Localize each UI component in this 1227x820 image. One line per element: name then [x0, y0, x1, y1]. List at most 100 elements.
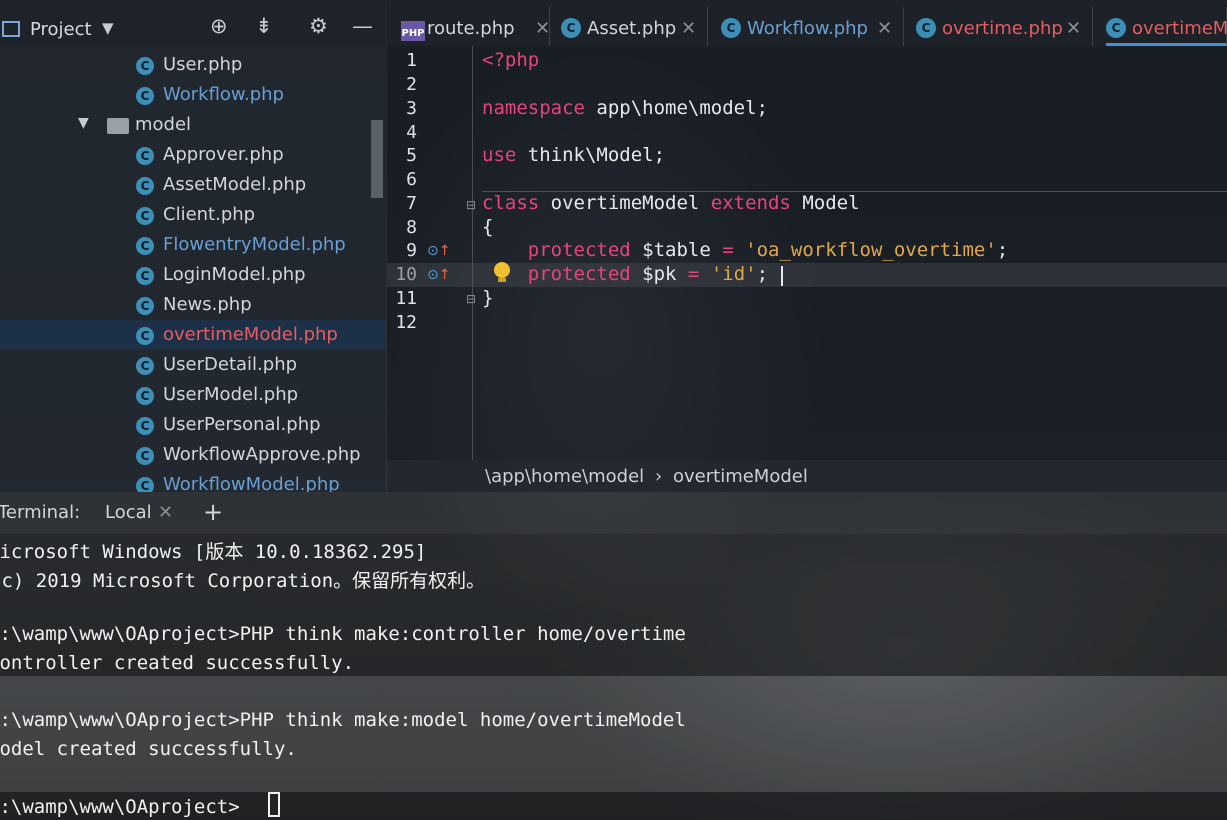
line-number: 9	[406, 240, 417, 261]
tab-overtime-php[interactable]: C overtime.php ✕	[916, 7, 1093, 46]
code-line-1[interactable]: <?php	[482, 49, 539, 71]
code-line-3[interactable]: namespace app\home\model;	[482, 97, 768, 119]
class-file-icon: C	[136, 387, 154, 405]
folder-name: model	[135, 114, 192, 135]
override-marker-icon[interactable]: ⊙↑	[427, 267, 450, 283]
file-tree-item[interactable]: C News.php	[0, 290, 386, 320]
file-tree-item[interactable]: C UserPersonal.php	[0, 410, 386, 440]
hide-panel-icon[interactable]: —	[352, 14, 373, 38]
close-icon[interactable]: ✕	[535, 18, 550, 39]
close-icon[interactable]: ✕	[681, 18, 696, 39]
keyword: class	[482, 192, 540, 214]
collapse-all-icon[interactable]: ⇟	[255, 14, 273, 38]
project-panel-header: Project ▼ ⊕ ⇟ ⚙ —	[0, 0, 386, 46]
file-name: UserDetail.php	[163, 354, 298, 375]
file-tree-item[interactable]: C User.php	[0, 50, 386, 80]
project-panel-title[interactable]: Project	[30, 19, 92, 40]
file-name: WorkflowModel.php	[163, 474, 340, 492]
fold-icon[interactable]: ⊟	[466, 198, 476, 212]
breadcrumb-separator: ›	[655, 466, 663, 487]
file-tree-item[interactable]: C Client.php	[0, 200, 386, 230]
code-line-7[interactable]: class overtimeModel extends Model	[482, 192, 860, 214]
file-tree-item[interactable]: C WorkflowModel.php	[0, 470, 386, 492]
file-tree-item[interactable]: C Workflow.php	[0, 80, 386, 110]
folder-icon	[107, 118, 129, 134]
tab-asset-php[interactable]: C Asset.php ✕	[561, 7, 708, 46]
terminal-output-line: licrosoft Windows [版本 10.0.18362.295]	[0, 541, 427, 563]
tab-label: overtime.php	[942, 18, 1063, 39]
terminal-panel[interactable]: Terminal: Local ✕ + licrosoft Windows [版…	[0, 492, 1227, 820]
file-name: overtimeModel.php	[163, 324, 338, 345]
keyword: extends	[710, 192, 791, 214]
text-caret	[781, 266, 783, 286]
terminal-prompt[interactable]: D:\wamp\www\OAproject>	[0, 796, 240, 818]
file-name: Workflow.php	[163, 84, 284, 105]
tab-workflow-php[interactable]: C Workflow.php ✕	[721, 7, 904, 46]
class-file-icon: C	[136, 207, 154, 225]
folder-tree-item[interactable]: ▼ model	[0, 110, 386, 140]
expand-arrow-icon[interactable]: ▼	[78, 115, 89, 131]
line-number: 5	[406, 145, 417, 166]
class-file-icon: C	[136, 267, 154, 285]
file-tree-item[interactable]: C LoginModel.php	[0, 260, 386, 290]
file-name: WorkflowApprove.php	[163, 444, 361, 465]
breadcrumb-item[interactable]: overtimeModel	[673, 466, 808, 487]
terminal-bg-band	[0, 676, 1227, 792]
code-line-10[interactable]: protected $pk = 'id';	[482, 263, 768, 285]
file-tree-item[interactable]: C AssetModel.php	[0, 170, 386, 200]
chevron-down-icon[interactable]: ▼	[102, 19, 114, 37]
tab-local[interactable]: Local	[105, 502, 152, 523]
code-line-8[interactable]: {	[482, 216, 493, 238]
close-icon[interactable]: ✕	[877, 18, 892, 39]
code-line-11[interactable]: }	[482, 287, 493, 309]
file-tree-item[interactable]: C UserModel.php	[0, 380, 386, 410]
tab-label: Asset.php	[587, 18, 677, 39]
add-tab-button[interactable]: +	[203, 498, 223, 526]
file-tree-item[interactable]: C WorkflowApprove.php	[0, 440, 386, 470]
code-text: $table	[630, 239, 723, 261]
string-literal: 'id'	[699, 263, 757, 285]
code-line-9[interactable]: protected $table = 'oa_workflow_overtime…	[482, 239, 1008, 261]
line-number: 8	[406, 217, 417, 238]
breadcrumb-path[interactable]: \app\home\model	[485, 466, 644, 487]
file-name: LoginModel.php	[163, 264, 306, 285]
close-icon[interactable]: ✕	[1066, 18, 1081, 39]
line-number: 7	[406, 193, 417, 214]
file-tree-item[interactable]: C FlowentryModel.php	[0, 230, 386, 260]
terminal-output-line: Model created successfully.	[0, 738, 297, 760]
lightbulb-base	[498, 278, 506, 282]
file-tree-item[interactable]: C Approver.php	[0, 140, 386, 170]
terminal-title: Terminal:	[0, 502, 81, 523]
file-tree-item[interactable]: C UserDetail.php	[0, 350, 386, 380]
file-tree-item-selected[interactable]: C overtimeModel.php	[0, 320, 386, 350]
close-icon[interactable]: ✕	[158, 502, 173, 523]
locate-icon[interactable]: ⊕	[210, 14, 228, 38]
tab-label: overtimeM	[1132, 18, 1227, 39]
code-text: overtimeModel	[539, 192, 711, 214]
class-file-icon: C	[136, 87, 154, 105]
tab-overtime-model-php[interactable]: C overtimeM	[1106, 7, 1227, 46]
lightbulb-icon[interactable]	[494, 262, 510, 278]
file-name: Client.php	[163, 204, 256, 225]
override-marker-icon[interactable]: ⊙↑	[427, 243, 450, 259]
php-file-icon: PHP	[401, 21, 425, 41]
file-name: AssetModel.php	[163, 174, 307, 195]
class-file-icon: C	[136, 447, 154, 465]
tab-route-php[interactable]: PHP route.php ✕	[401, 7, 550, 46]
code-line-5[interactable]: use think\Model;	[482, 144, 665, 166]
class-file-icon: C	[136, 327, 154, 345]
class-file-icon: C	[136, 177, 154, 195]
line-number: 2	[406, 74, 417, 95]
class-file-icon: C	[136, 237, 154, 255]
string-literal: 'oa_workflow_overtime'	[733, 239, 997, 261]
code-text: }	[482, 287, 494, 309]
fold-icon[interactable]: ⊟	[466, 292, 476, 306]
project-panel: Project ▼ ⊕ ⇟ ⚙ — C User.php C Workflow.…	[0, 0, 386, 492]
editor-tab-bar: PHP route.php ✕ C Asset.php ✕ C Workflow…	[387, 0, 1227, 46]
file-name: User.php	[163, 54, 243, 75]
project-scrollbar[interactable]	[371, 120, 383, 198]
line-number: 4	[406, 122, 417, 143]
gear-icon[interactable]: ⚙	[309, 14, 328, 38]
class-file-icon: C	[136, 477, 154, 492]
terminal-output-line: D:\wamp\www\OAproject>PHP think make:con…	[0, 623, 686, 645]
